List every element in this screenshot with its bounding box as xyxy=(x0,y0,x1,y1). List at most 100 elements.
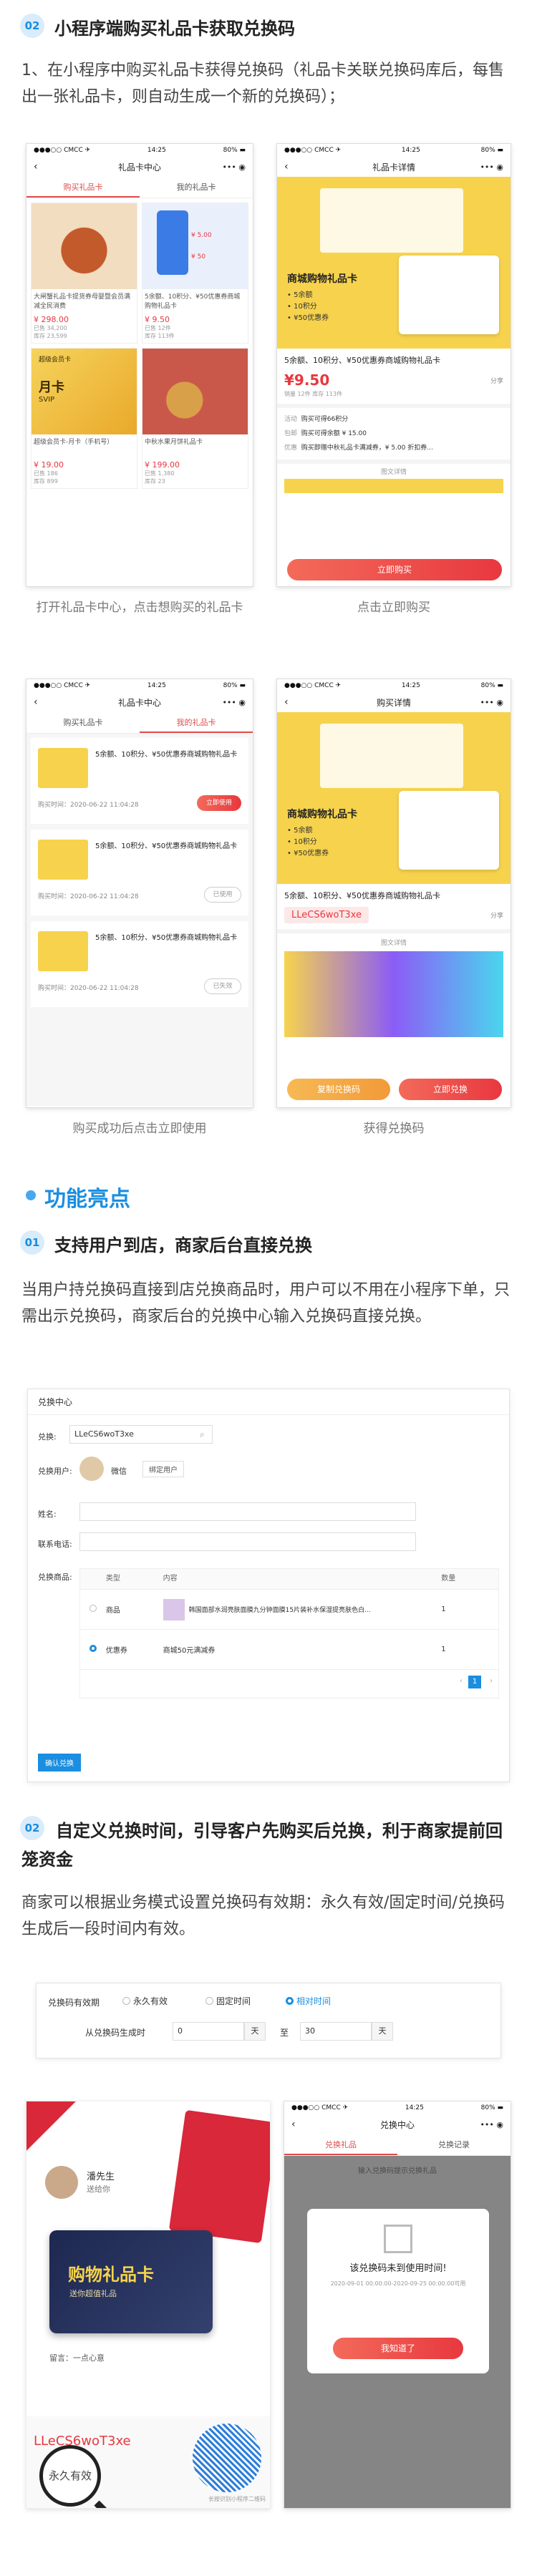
more-icon[interactable]: ••• ◉ xyxy=(480,2120,503,2129)
feature-title: 支持用户到店，商家后台直接兑换 xyxy=(54,1235,312,1255)
tab-records[interactable]: 兑换记录 xyxy=(397,2134,511,2155)
radio-relative[interactable]: 相对时间 xyxy=(286,1995,331,2007)
feature-title: 自定义兑换时间，引导客户先购买后兑换，利于商家提前回笼资金 xyxy=(21,1821,503,1870)
qr-code xyxy=(193,2424,261,2492)
redeem-code[interactable]: LLeCS6woT3xe xyxy=(284,907,369,923)
redeem-now-button[interactable]: 立即兑换 xyxy=(399,1079,502,1100)
tab-mine[interactable]: 我的礼品卡 xyxy=(140,177,253,198)
to-days-input[interactable]: 30 xyxy=(300,2022,372,2041)
product-name: 5余额、10积分、¥50优惠券商城购物礼品卡 xyxy=(284,356,440,365)
share-button[interactable]: 分享 xyxy=(490,376,503,385)
back-icon[interactable]: ‹ xyxy=(34,161,38,172)
name-input[interactable] xyxy=(79,1502,416,1521)
tab-redeem[interactable]: 兑换礼品 xyxy=(284,2134,397,2155)
radio-permanent[interactable]: 永久有效 xyxy=(122,1995,168,2007)
giftcard-item[interactable]: 5余额、10积分、¥50优惠券商城购物礼品卡 购买时间：2020-06-22 1… xyxy=(31,830,248,915)
more-icon[interactable]: ••• ◉ xyxy=(222,698,246,707)
nav-bar: ‹ 购买详情 ••• ◉ xyxy=(277,692,511,712)
tabs: 兑换礼品 兑换记录 xyxy=(284,2134,511,2156)
radio-icon[interactable] xyxy=(89,1605,97,1612)
radio-icon xyxy=(122,1997,130,2005)
caption: 获得兑换码 xyxy=(363,1122,425,1136)
promo-row: 优惠 购买即赠中秋礼品卡满减券，¥ 5.00 折扣券... xyxy=(284,444,433,452)
caption: 打开礼品卡中心，点击想购买的礼品卡 xyxy=(36,601,243,615)
highlights-title: 功能亮点 xyxy=(44,1187,130,1212)
validity-config: 兑换码有效期 永久有效 固定时间 相对时间 从兑换码生成时 0 天 至 30 天 xyxy=(36,1983,501,2059)
nav-bar: ‹ 礼品卡详情 ••• ◉ xyxy=(277,157,511,177)
caption: 点击立即购买 xyxy=(357,601,430,615)
tabs: 购买礼品卡 我的礼品卡 xyxy=(26,712,253,734)
status-bar: ●●●○○ CMCC ✈ 14:25 80% ▬ xyxy=(284,682,503,689)
nav-bar: ‹ 礼品卡中心 ••• ◉ xyxy=(26,692,253,712)
status-bar: ●●●○○ CMCC ✈ 14:25 80% ▬ xyxy=(34,682,246,689)
more-icon[interactable]: ••• ◉ xyxy=(222,162,246,172)
status-bar: ●●●○○ CMCC ✈ 14:25 80% ▬ xyxy=(284,2101,511,2114)
giftcard-visual: 购物礼品卡 送你超值礼品 xyxy=(49,2230,213,2333)
nav-bar: ‹ 兑换中心 ••• ◉ xyxy=(284,2114,511,2134)
tabs: 购买礼品卡 我的礼品卡 xyxy=(26,177,253,198)
tab-buy[interactable]: 购买礼品卡 xyxy=(26,177,140,198)
next-page-button[interactable]: › xyxy=(490,1677,493,1685)
back-icon[interactable]: ‹ xyxy=(284,161,289,172)
code-input[interactable]: LLeCS6woT3xe xyxy=(69,1425,213,1444)
feature-desc: 当用户持兑换码直接到店兑换商品时，用户可以不用在小程序下单，只需出示兑换码，商家… xyxy=(21,1281,511,1326)
product-card[interactable]: 月卡 SVIP 超级会员卡 超级会员卡-月卡（手机号） ¥ 19.00 已售 1… xyxy=(31,348,137,489)
qr-placeholder-icon xyxy=(384,2225,412,2253)
tab-mine[interactable]: 我的礼品卡 xyxy=(140,712,253,733)
status-bar: ●●●○○ CMCC ✈ 14:25 80% ▬ xyxy=(34,147,246,154)
step-badge: 01 xyxy=(20,1230,44,1255)
more-icon[interactable]: ••• ◉ xyxy=(480,698,503,707)
goods-table: 类型 内容 数量 商品 韩国面部水润亮肤面膜九分钟面膜15片装补水保湿提亮肤色白… xyxy=(79,1568,499,1698)
product-banner: 商城购物礼品卡 • 5余额 • 10积分 • ¥50优惠券 xyxy=(277,177,511,349)
giftcard-item[interactable]: 5余额、10积分、¥50优惠券商城购物礼品卡 购买时间：2020-06-22 1… xyxy=(31,738,248,824)
vip-card-image: 月卡 SVIP 超级会员卡 xyxy=(32,349,137,434)
redeem-code: LLeCS6woT3xe xyxy=(34,2434,131,2449)
promo-row: 活动 购买可得66积分 xyxy=(284,416,349,423)
section-desc: 1、在小程序中购买礼品卡获得兑换码（礼品卡关联兑换码库后，每售出一张礼品卡，则自… xyxy=(21,62,504,106)
bullet-dot xyxy=(26,1190,36,1200)
avatar xyxy=(79,1457,104,1481)
nav-bar: ‹ 礼品卡中心 ••• ◉ xyxy=(26,157,253,177)
price: ¥9.50 xyxy=(284,371,330,389)
got-it-button[interactable]: 我知道了 xyxy=(333,2338,463,2359)
product-card[interactable]: ¥ 5.00 ¥ 50 5余额、10积分、¥50优惠券商城购物礼品卡 ¥ 9.5… xyxy=(142,203,248,344)
admin-redeem-panel: 兑换中心 兑换: LLeCS6woT3xe ⌕ 兑换用户: 微信 绑定用户 姓名… xyxy=(27,1389,510,1782)
promo-row: 包邮 购买可得余额 ¥ 15.00 xyxy=(284,430,367,437)
use-now-button[interactable]: 立即使用 xyxy=(197,795,241,811)
back-icon[interactable]: ‹ xyxy=(291,2119,296,2130)
radio-checked-icon[interactable] xyxy=(89,1645,97,1652)
back-icon[interactable]: ‹ xyxy=(284,696,289,708)
page-title: 购买详情 xyxy=(376,697,411,708)
caption: 购买成功后点击立即使用 xyxy=(72,1122,207,1136)
panel-header: 兑换中心 xyxy=(28,1389,509,1415)
more-icon[interactable]: ••• ◉ xyxy=(480,162,503,172)
tab-buy[interactable]: 购买礼品卡 xyxy=(26,712,140,733)
page-number[interactable]: 1 xyxy=(468,1676,481,1688)
share-button[interactable]: 分享 xyxy=(490,910,503,920)
phone-input[interactable] xyxy=(79,1532,416,1551)
crab-image xyxy=(32,203,137,289)
giftcard-item[interactable]: 5余额、10积分、¥50优惠券商城购物礼品卡 购买时间：2020-06-22 1… xyxy=(31,921,248,1007)
bind-user-button[interactable]: 绑定用户 xyxy=(142,1461,184,1477)
product-card[interactable]: 中秋水果月饼礼品卡 ¥ 199.00 已售 1,380 库存 23 xyxy=(142,348,248,489)
from-days-input[interactable]: 0 xyxy=(173,2022,244,2041)
gift-box xyxy=(168,2109,270,2244)
buy-now-button[interactable]: 立即购买 xyxy=(287,559,502,580)
confirm-redeem-button[interactable]: 确认兑换 xyxy=(38,1754,81,1771)
sender-avatar xyxy=(45,2166,78,2199)
magnifier-icon: 永久有效 xyxy=(39,2445,101,2507)
product-card[interactable]: 大闸蟹礼品卡提货券母婴暨会员满减全民消费 ¥ 298.00 已售 34,200 … xyxy=(31,203,137,344)
step-badge: 02 xyxy=(20,14,44,38)
copy-code-button[interactable]: 复制兑换码 xyxy=(287,1079,390,1100)
search-icon[interactable]: ⌕ xyxy=(200,1429,205,1440)
back-icon[interactable]: ‹ xyxy=(34,696,38,708)
product-thumb xyxy=(163,1598,185,1620)
page-title: 礼品卡详情 xyxy=(372,162,415,172)
prev-page-button[interactable]: ‹ xyxy=(460,1677,463,1685)
phone-exchange-center: ●●●○○ CMCC ✈ 14:25 80% ▬ ‹ 兑换中心 ••• ◉ 兑换礼品 兑换… xyxy=(284,2101,511,2509)
radio-fixed[interactable]: 固定时间 xyxy=(205,1995,251,2007)
table-row[interactable]: 商品 韩国面部水润亮肤面膜九分钟面膜15片装补水保湿提亮肤色白... 1 xyxy=(80,1589,498,1629)
table-row[interactable]: 优惠券 商城50元满减券 1 xyxy=(80,1629,498,1669)
page-title: 兑换中心 xyxy=(379,2119,415,2130)
page-title: 礼品卡中心 xyxy=(117,162,161,172)
